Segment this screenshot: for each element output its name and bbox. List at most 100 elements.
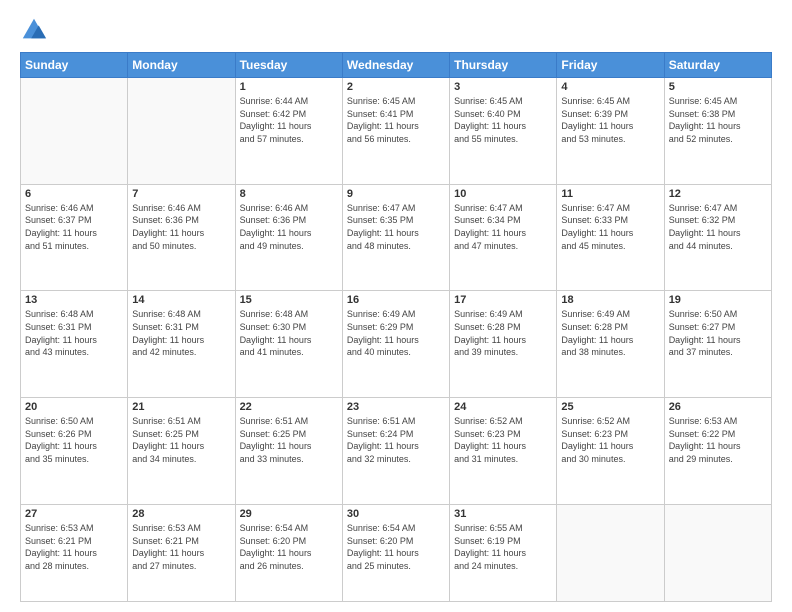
day-number: 23: [347, 401, 445, 413]
calendar-cell: 14 Sunrise: 6:48 AM Sunset: 6:31 PM Dayli…: [128, 291, 235, 398]
day-number: 11: [561, 188, 659, 200]
weekday-header: Saturday: [664, 53, 771, 78]
calendar-cell: 23 Sunrise: 6:51 AM Sunset: 6:24 PM Dayli…: [342, 398, 449, 505]
day-number: 15: [240, 294, 338, 306]
calendar-week-row: 27Sunrise: 6:53 AM Sunset: 6:21 PM Dayli…: [21, 504, 772, 601]
day-number: 17: [454, 294, 552, 306]
day-info: Sunrise: 6:50 AM Sunset: 6:27 PM Dayligh…: [669, 308, 767, 358]
calendar-cell: 18 Sunrise: 6:49 AM Sunset: 6:28 PM Dayli…: [557, 291, 664, 398]
calendar-cell: 22 Sunrise: 6:51 AM Sunset: 6:25 PM Dayli…: [235, 398, 342, 505]
calendar-cell: 31 Sunrise: 6:55 AM Sunset: 6:19 PM Dayli…: [450, 504, 557, 601]
day-info: Sunrise: 6:50 AM Sunset: 6:26 PM Dayligh…: [25, 415, 123, 465]
day-info: Sunrise: 6:48 AM Sunset: 6:31 PM Dayligh…: [132, 308, 230, 358]
day-info: Sunrise: 6:45 AM Sunset: 6:40 PM Dayligh…: [454, 95, 552, 145]
day-number: 8: [240, 188, 338, 200]
calendar-cell: 24 Sunrise: 6:52 AM Sunset: 6:23 PM Dayli…: [450, 398, 557, 505]
calendar-cell: 10 Sunrise: 6:47 AM Sunset: 6:34 PM Dayli…: [450, 184, 557, 291]
day-number: 20: [25, 401, 123, 413]
day-info: Sunrise: 6:51 AM Sunset: 6:25 PM Dayligh…: [240, 415, 338, 465]
day-number: 9: [347, 188, 445, 200]
calendar-cell: 15 Sunrise: 6:48 AM Sunset: 6:30 PM Dayli…: [235, 291, 342, 398]
day-info: Sunrise: 6:46 AM Sunset: 6:37 PM Dayligh…: [25, 202, 123, 252]
day-number: 16: [347, 294, 445, 306]
day-info: Sunrise: 6:55 AM Sunset: 6:19 PM Dayligh…: [454, 522, 552, 572]
day-info: Sunrise: 6:45 AM Sunset: 6:38 PM Dayligh…: [669, 95, 767, 145]
day-info: Sunrise: 6:46 AM Sunset: 6:36 PM Dayligh…: [132, 202, 230, 252]
calendar-cell: 6Sunrise: 6:46 AM Sunset: 6:37 PM Daylig…: [21, 184, 128, 291]
calendar-cell: 11 Sunrise: 6:47 AM Sunset: 6:33 PM Dayli…: [557, 184, 664, 291]
calendar-cell: 21 Sunrise: 6:51 AM Sunset: 6:25 PM Dayli…: [128, 398, 235, 505]
day-info: Sunrise: 6:54 AM Sunset: 6:20 PM Dayligh…: [347, 522, 445, 572]
calendar-cell: 25 Sunrise: 6:52 AM Sunset: 6:23 PM Dayli…: [557, 398, 664, 505]
day-info: Sunrise: 6:47 AM Sunset: 6:34 PM Dayligh…: [454, 202, 552, 252]
calendar-week-row: 13 Sunrise: 6:48 AM Sunset: 6:31 PM Dayli…: [21, 291, 772, 398]
calendar-cell: 30 Sunrise: 6:54 AM Sunset: 6:20 PM Dayli…: [342, 504, 449, 601]
calendar-cell: 17Sunrise: 6:49 AM Sunset: 6:28 PM Dayli…: [450, 291, 557, 398]
calendar-cell: 29 Sunrise: 6:54 AM Sunset: 6:20 PM Dayli…: [235, 504, 342, 601]
day-number: 31: [454, 508, 552, 520]
calendar-cell: [557, 504, 664, 601]
weekday-header: Wednesday: [342, 53, 449, 78]
day-info: Sunrise: 6:48 AM Sunset: 6:31 PM Dayligh…: [25, 308, 123, 358]
page: SundayMondayTuesdayWednesdayThursdayFrid…: [0, 0, 792, 612]
calendar-cell: 2 Sunrise: 6:45 AM Sunset: 6:41 PM Daylig…: [342, 78, 449, 185]
day-number: 1: [240, 81, 338, 93]
calendar-cell: 19 Sunrise: 6:50 AM Sunset: 6:27 PM Dayli…: [664, 291, 771, 398]
day-info: Sunrise: 6:47 AM Sunset: 6:32 PM Dayligh…: [669, 202, 767, 252]
day-number: 24: [454, 401, 552, 413]
day-info: Sunrise: 6:53 AM Sunset: 6:21 PM Dayligh…: [132, 522, 230, 572]
day-info: Sunrise: 6:47 AM Sunset: 6:33 PM Dayligh…: [561, 202, 659, 252]
calendar-cell: 16 Sunrise: 6:49 AM Sunset: 6:29 PM Dayli…: [342, 291, 449, 398]
calendar-cell: 26Sunrise: 6:53 AM Sunset: 6:22 PM Dayli…: [664, 398, 771, 505]
day-number: 12: [669, 188, 767, 200]
day-info: Sunrise: 6:48 AM Sunset: 6:30 PM Dayligh…: [240, 308, 338, 358]
day-number: 14: [132, 294, 230, 306]
calendar-table: SundayMondayTuesdayWednesdayThursdayFrid…: [20, 52, 772, 602]
day-number: 10: [454, 188, 552, 200]
calendar-cell: [128, 78, 235, 185]
calendar-cell: 9Sunrise: 6:47 AM Sunset: 6:35 PM Daylig…: [342, 184, 449, 291]
day-number: 25: [561, 401, 659, 413]
day-number: 19: [669, 294, 767, 306]
calendar-week-row: 20 Sunrise: 6:50 AM Sunset: 6:26 PM Dayli…: [21, 398, 772, 505]
calendar-cell: 12 Sunrise: 6:47 AM Sunset: 6:32 PM Dayli…: [664, 184, 771, 291]
day-info: Sunrise: 6:53 AM Sunset: 6:21 PM Dayligh…: [25, 522, 123, 572]
calendar-cell: 8 Sunrise: 6:46 AM Sunset: 6:36 PM Daylig…: [235, 184, 342, 291]
day-number: 18: [561, 294, 659, 306]
logo: [20, 16, 52, 44]
header: [20, 16, 772, 44]
day-number: 29: [240, 508, 338, 520]
day-number: 2: [347, 81, 445, 93]
day-number: 7: [132, 188, 230, 200]
day-number: 5: [669, 81, 767, 93]
day-info: Sunrise: 6:44 AM Sunset: 6:42 PM Dayligh…: [240, 95, 338, 145]
day-number: 30: [347, 508, 445, 520]
day-number: 4: [561, 81, 659, 93]
day-number: 28: [132, 508, 230, 520]
calendar-cell: 3Sunrise: 6:45 AM Sunset: 6:40 PM Daylig…: [450, 78, 557, 185]
calendar-week-row: 1 Sunrise: 6:44 AM Sunset: 6:42 PM Daylig…: [21, 78, 772, 185]
calendar-cell: 13 Sunrise: 6:48 AM Sunset: 6:31 PM Dayli…: [21, 291, 128, 398]
day-info: Sunrise: 6:52 AM Sunset: 6:23 PM Dayligh…: [561, 415, 659, 465]
weekday-header: Monday: [128, 53, 235, 78]
day-number: 22: [240, 401, 338, 413]
calendar-cell: 5 Sunrise: 6:45 AM Sunset: 6:38 PM Daylig…: [664, 78, 771, 185]
day-info: Sunrise: 6:51 AM Sunset: 6:25 PM Dayligh…: [132, 415, 230, 465]
calendar-cell: 27Sunrise: 6:53 AM Sunset: 6:21 PM Dayli…: [21, 504, 128, 601]
day-number: 13: [25, 294, 123, 306]
day-info: Sunrise: 6:46 AM Sunset: 6:36 PM Dayligh…: [240, 202, 338, 252]
calendar-cell: [664, 504, 771, 601]
day-info: Sunrise: 6:54 AM Sunset: 6:20 PM Dayligh…: [240, 522, 338, 572]
calendar-cell: 28 Sunrise: 6:53 AM Sunset: 6:21 PM Dayli…: [128, 504, 235, 601]
day-info: Sunrise: 6:49 AM Sunset: 6:29 PM Dayligh…: [347, 308, 445, 358]
day-info: Sunrise: 6:51 AM Sunset: 6:24 PM Dayligh…: [347, 415, 445, 465]
day-info: Sunrise: 6:45 AM Sunset: 6:39 PM Dayligh…: [561, 95, 659, 145]
day-number: 21: [132, 401, 230, 413]
calendar-week-row: 6Sunrise: 6:46 AM Sunset: 6:37 PM Daylig…: [21, 184, 772, 291]
day-number: 26: [669, 401, 767, 413]
logo-icon: [20, 16, 48, 44]
day-info: Sunrise: 6:52 AM Sunset: 6:23 PM Dayligh…: [454, 415, 552, 465]
day-info: Sunrise: 6:49 AM Sunset: 6:28 PM Dayligh…: [561, 308, 659, 358]
day-info: Sunrise: 6:45 AM Sunset: 6:41 PM Dayligh…: [347, 95, 445, 145]
calendar-cell: 1 Sunrise: 6:44 AM Sunset: 6:42 PM Daylig…: [235, 78, 342, 185]
